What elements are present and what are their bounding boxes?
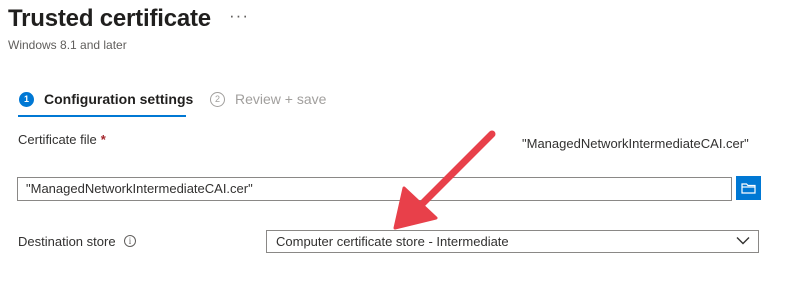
- step-label: Configuration settings: [44, 91, 194, 107]
- certificate-file-label: Certificate file *: [18, 132, 106, 147]
- active-tab-indicator: [18, 115, 186, 117]
- step-number-badge: 2: [210, 91, 225, 107]
- destination-store-value: Computer certificate store - Intermediat…: [276, 234, 509, 249]
- more-options-icon[interactable]: ···: [229, 6, 249, 26]
- required-marker: *: [100, 132, 106, 147]
- browse-file-button[interactable]: [736, 176, 761, 200]
- info-icon[interactable]: i: [124, 235, 136, 247]
- folder-icon: [741, 183, 756, 194]
- step-number-badge: 1: [19, 91, 34, 107]
- certificate-file-label-text: Certificate file: [18, 132, 97, 147]
- destination-store-label: Destination store: [18, 234, 116, 249]
- destination-store-dropdown[interactable]: Computer certificate store - Intermediat…: [266, 230, 759, 253]
- selected-file-name: "ManagedNetworkIntermediateCAI.cer": [522, 136, 749, 151]
- page-title: Trusted certificate: [8, 5, 211, 32]
- chevron-down-icon: [736, 237, 750, 245]
- tab-configuration-settings[interactable]: 1 Configuration settings: [19, 91, 193, 107]
- page-subtitle: Windows 8.1 and later: [8, 38, 127, 52]
- certificate-file-input[interactable]: "ManagedNetworkIntermediateCAI.cer": [17, 177, 732, 201]
- step-label: Review + save: [235, 91, 327, 107]
- tab-review-save[interactable]: 2 Review + save: [210, 91, 326, 107]
